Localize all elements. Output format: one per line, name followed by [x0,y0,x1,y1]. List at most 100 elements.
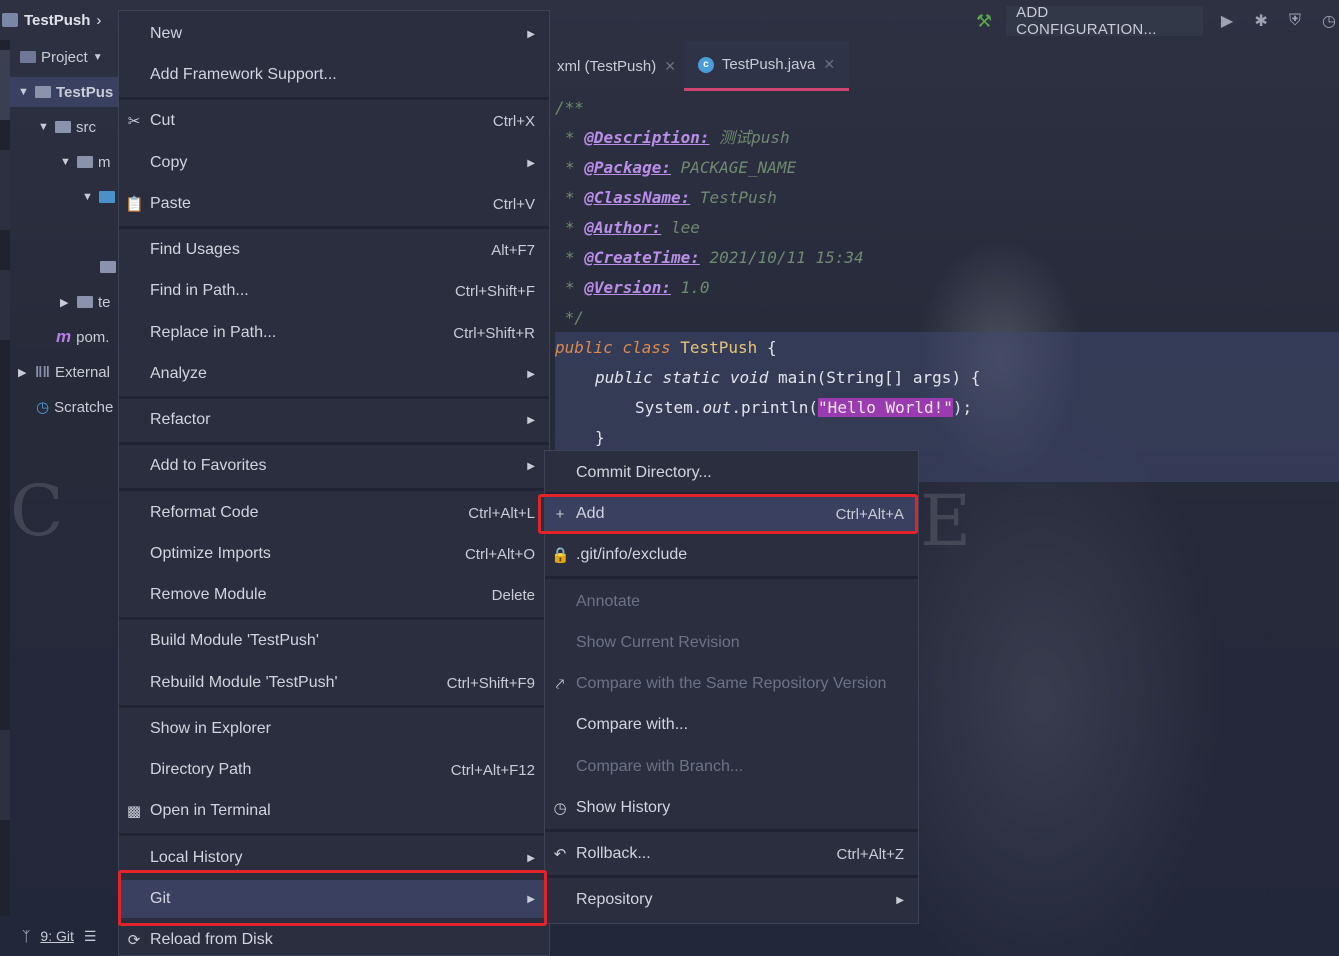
menu-item-copy[interactable]: Copy ▶ [119,144,549,182]
menu-item-rebuild-module[interactable]: Rebuild Module 'TestPush' Ctrl+Shift+F9 [119,664,549,702]
tree-item-external-libraries[interactable]: ▶ ‖‖ External [18,357,110,387]
class-name: TestPush [680,338,758,357]
menu-item-compare-same-repo-version[interactable]: ⤤ Compare with the Same Repository Versio… [545,665,918,703]
menu-item-new[interactable]: New ▶ [119,15,549,53]
tool-window-strip [0,40,10,916]
breadcrumb-arrow: › [96,11,102,29]
add-configuration-button[interactable]: ADD CONFIGURATION... [1006,4,1204,38]
tree-item-pom[interactable]: m pom. [56,322,109,352]
breadcrumb[interactable]: TestPush › [0,0,101,40]
project-view-selector[interactable]: Project ▼ [20,42,103,72]
structure-tool-tab[interactable] [0,150,10,230]
menu-item-show-in-explorer[interactable]: Show in Explorer [119,710,549,748]
menu-item-local-history[interactable]: Local History ▶ [119,839,549,877]
tab-pom-xml[interactable]: xml (TestPush) ✕ [549,41,684,91]
favorites-tool-tab[interactable] [0,730,10,820]
folder-icon [55,121,71,133]
tab-testpush-java[interactable]: c TestPush.java ✕ [683,41,850,91]
tree-item-label: pom. [76,328,110,346]
tree-item-test[interactable]: ▶ te [60,287,111,317]
tree-item-src[interactable]: ▼ src [38,112,96,142]
expand-triangle-icon[interactable]: ▶ [18,366,30,379]
menu-item-refactor[interactable]: Refactor ▶ [119,401,549,439]
folder-icon [77,156,93,168]
tree-item-resources[interactable] [100,252,116,282]
project-tool-tab[interactable] [0,50,10,120]
close-icon[interactable]: ✕ [664,58,676,75]
menu-item-label: Cut [150,112,175,129]
menu-item-label: Remove Module [150,586,267,603]
menu-item-find-in-path[interactable]: Find in Path... Ctrl+Shift+F [119,272,549,310]
menu-item-label: Rebuild Module 'TestPush' [150,674,338,691]
menu-item-add-to-favorites[interactable]: Add to Favorites ▶ [119,447,549,485]
menu-item-replace-in-path[interactable]: Replace in Path... Ctrl+Shift+R [119,314,549,352]
expand-triangle-icon[interactable]: ▼ [18,86,30,98]
menu-item-git-exclude[interactable]: 🔒 .git/info/exclude [545,536,918,574]
todo-list-icon[interactable]: ☰ [84,928,97,945]
menu-item-analyze[interactable]: Analyze ▶ [119,355,549,393]
menu-item-label: Optimize Imports [150,545,271,562]
menu-item-reformat-code[interactable]: Reformat Code Ctrl+Alt+L [119,494,549,532]
close-icon[interactable]: ✕ [823,56,835,73]
doc-tag: @Description: [584,128,710,147]
expand-triangle-icon[interactable]: ▼ [82,191,94,203]
menu-item-compare-with-branch[interactable]: Compare with Branch... [545,748,918,786]
menu-item-add-framework-support[interactable]: Add Framework Support... [119,56,549,94]
menu-item-cut[interactable]: ✂ Cut Ctrl+X [119,102,549,140]
menu-item-compare-with[interactable]: Compare with... [545,706,918,744]
coverage-icon[interactable]: ⛨ [1285,12,1305,30]
expand-triangle-icon[interactable]: ▼ [38,121,50,133]
keyword: public [595,368,653,387]
brace: } [595,428,605,447]
menu-item-annotate[interactable]: Annotate [545,583,918,621]
menu-shortcut: Delete [491,586,535,604]
expand-triangle-icon[interactable]: ▶ [60,296,72,309]
git-tool-button[interactable]: 9: Git [40,928,73,944]
menu-item-show-current-revision[interactable]: Show Current Revision [545,624,918,662]
menu-item-rollback[interactable]: ↶ Rollback... Ctrl+Alt+Z [545,835,918,873]
tree-item-root[interactable]: ▼ TestPus [10,77,118,107]
expand-triangle-icon[interactable]: ▼ [60,156,72,168]
doc-tag: @Author: [584,218,662,237]
menu-separator [119,833,549,836]
debug-icon[interactable]: ✱ [1251,11,1271,31]
menu-item-build-module[interactable]: Build Module 'TestPush' [119,622,549,660]
code-token: System. [635,398,703,417]
profiler-icon[interactable]: ◷ [1319,11,1339,31]
tree-item-scratches[interactable]: ◷ Scratche [36,392,113,422]
menu-item-reload-from-disk[interactable]: ⟳ Reload from Disk [119,921,549,956]
tree-item-java[interactable]: ▼ [82,182,115,212]
menu-item-open-in-terminal[interactable]: ▩ Open in Terminal [119,792,549,830]
menu-item-git-add[interactable]: + Add Ctrl+Alt+A [545,495,918,533]
menu-item-remove-module[interactable]: Remove Module Delete [119,576,549,614]
undo-icon: ↶ [553,846,567,863]
doc-tag: @CreateTime: [584,248,700,267]
menu-item-label: Annotate [576,593,641,610]
tree-item-label: TestPus [56,83,114,101]
menu-item-paste[interactable]: 📋 Paste Ctrl+V [119,185,549,223]
menu-shortcut: Ctrl+V [492,195,535,213]
tree-item-main[interactable]: ▼ m [60,147,111,177]
menu-item-show-history[interactable]: ◷ Show History [545,789,918,827]
keyword: static [662,368,721,387]
menu-shortcut: Ctrl+Alt+Z [836,845,904,863]
menu-item-find-usages[interactable]: Find Usages Alt+F7 [119,231,549,269]
menu-item-git[interactable]: Git ▶ [119,880,549,918]
context-menu: New ▶ Add Framework Support... ✂ Cut Ctrl+X… [118,10,550,956]
project-panel: Project ▼ ▼ TestPus ▼ src ▼ m ▼ ▶ te m p… [10,40,118,916]
run-icon[interactable]: ▶ [1217,11,1237,31]
commit-tool-tab[interactable] [0,270,10,340]
hammer-icon[interactable]: ⚒ [976,11,992,32]
menu-item-repository[interactable]: Repository ▶ [545,881,918,919]
chevron-down-icon[interactable]: ▼ [93,52,103,63]
menu-item-directory-path[interactable]: Directory Path Ctrl+Alt+F12 [119,751,549,789]
menu-item-label: Rollback... [576,845,651,862]
menu-separator [119,442,549,445]
tree-item-label: src [76,118,96,136]
menu-item-commit-directory[interactable]: Commit Directory... [545,454,918,492]
submenu-arrow-icon: ▶ [527,852,535,864]
keyword: void [729,368,769,387]
menu-item-optimize-imports[interactable]: Optimize Imports Ctrl+Alt+O [119,535,549,573]
bottom-bar: ᛉ 9: Git ☰ [0,916,118,956]
plus-icon: + [555,505,565,523]
